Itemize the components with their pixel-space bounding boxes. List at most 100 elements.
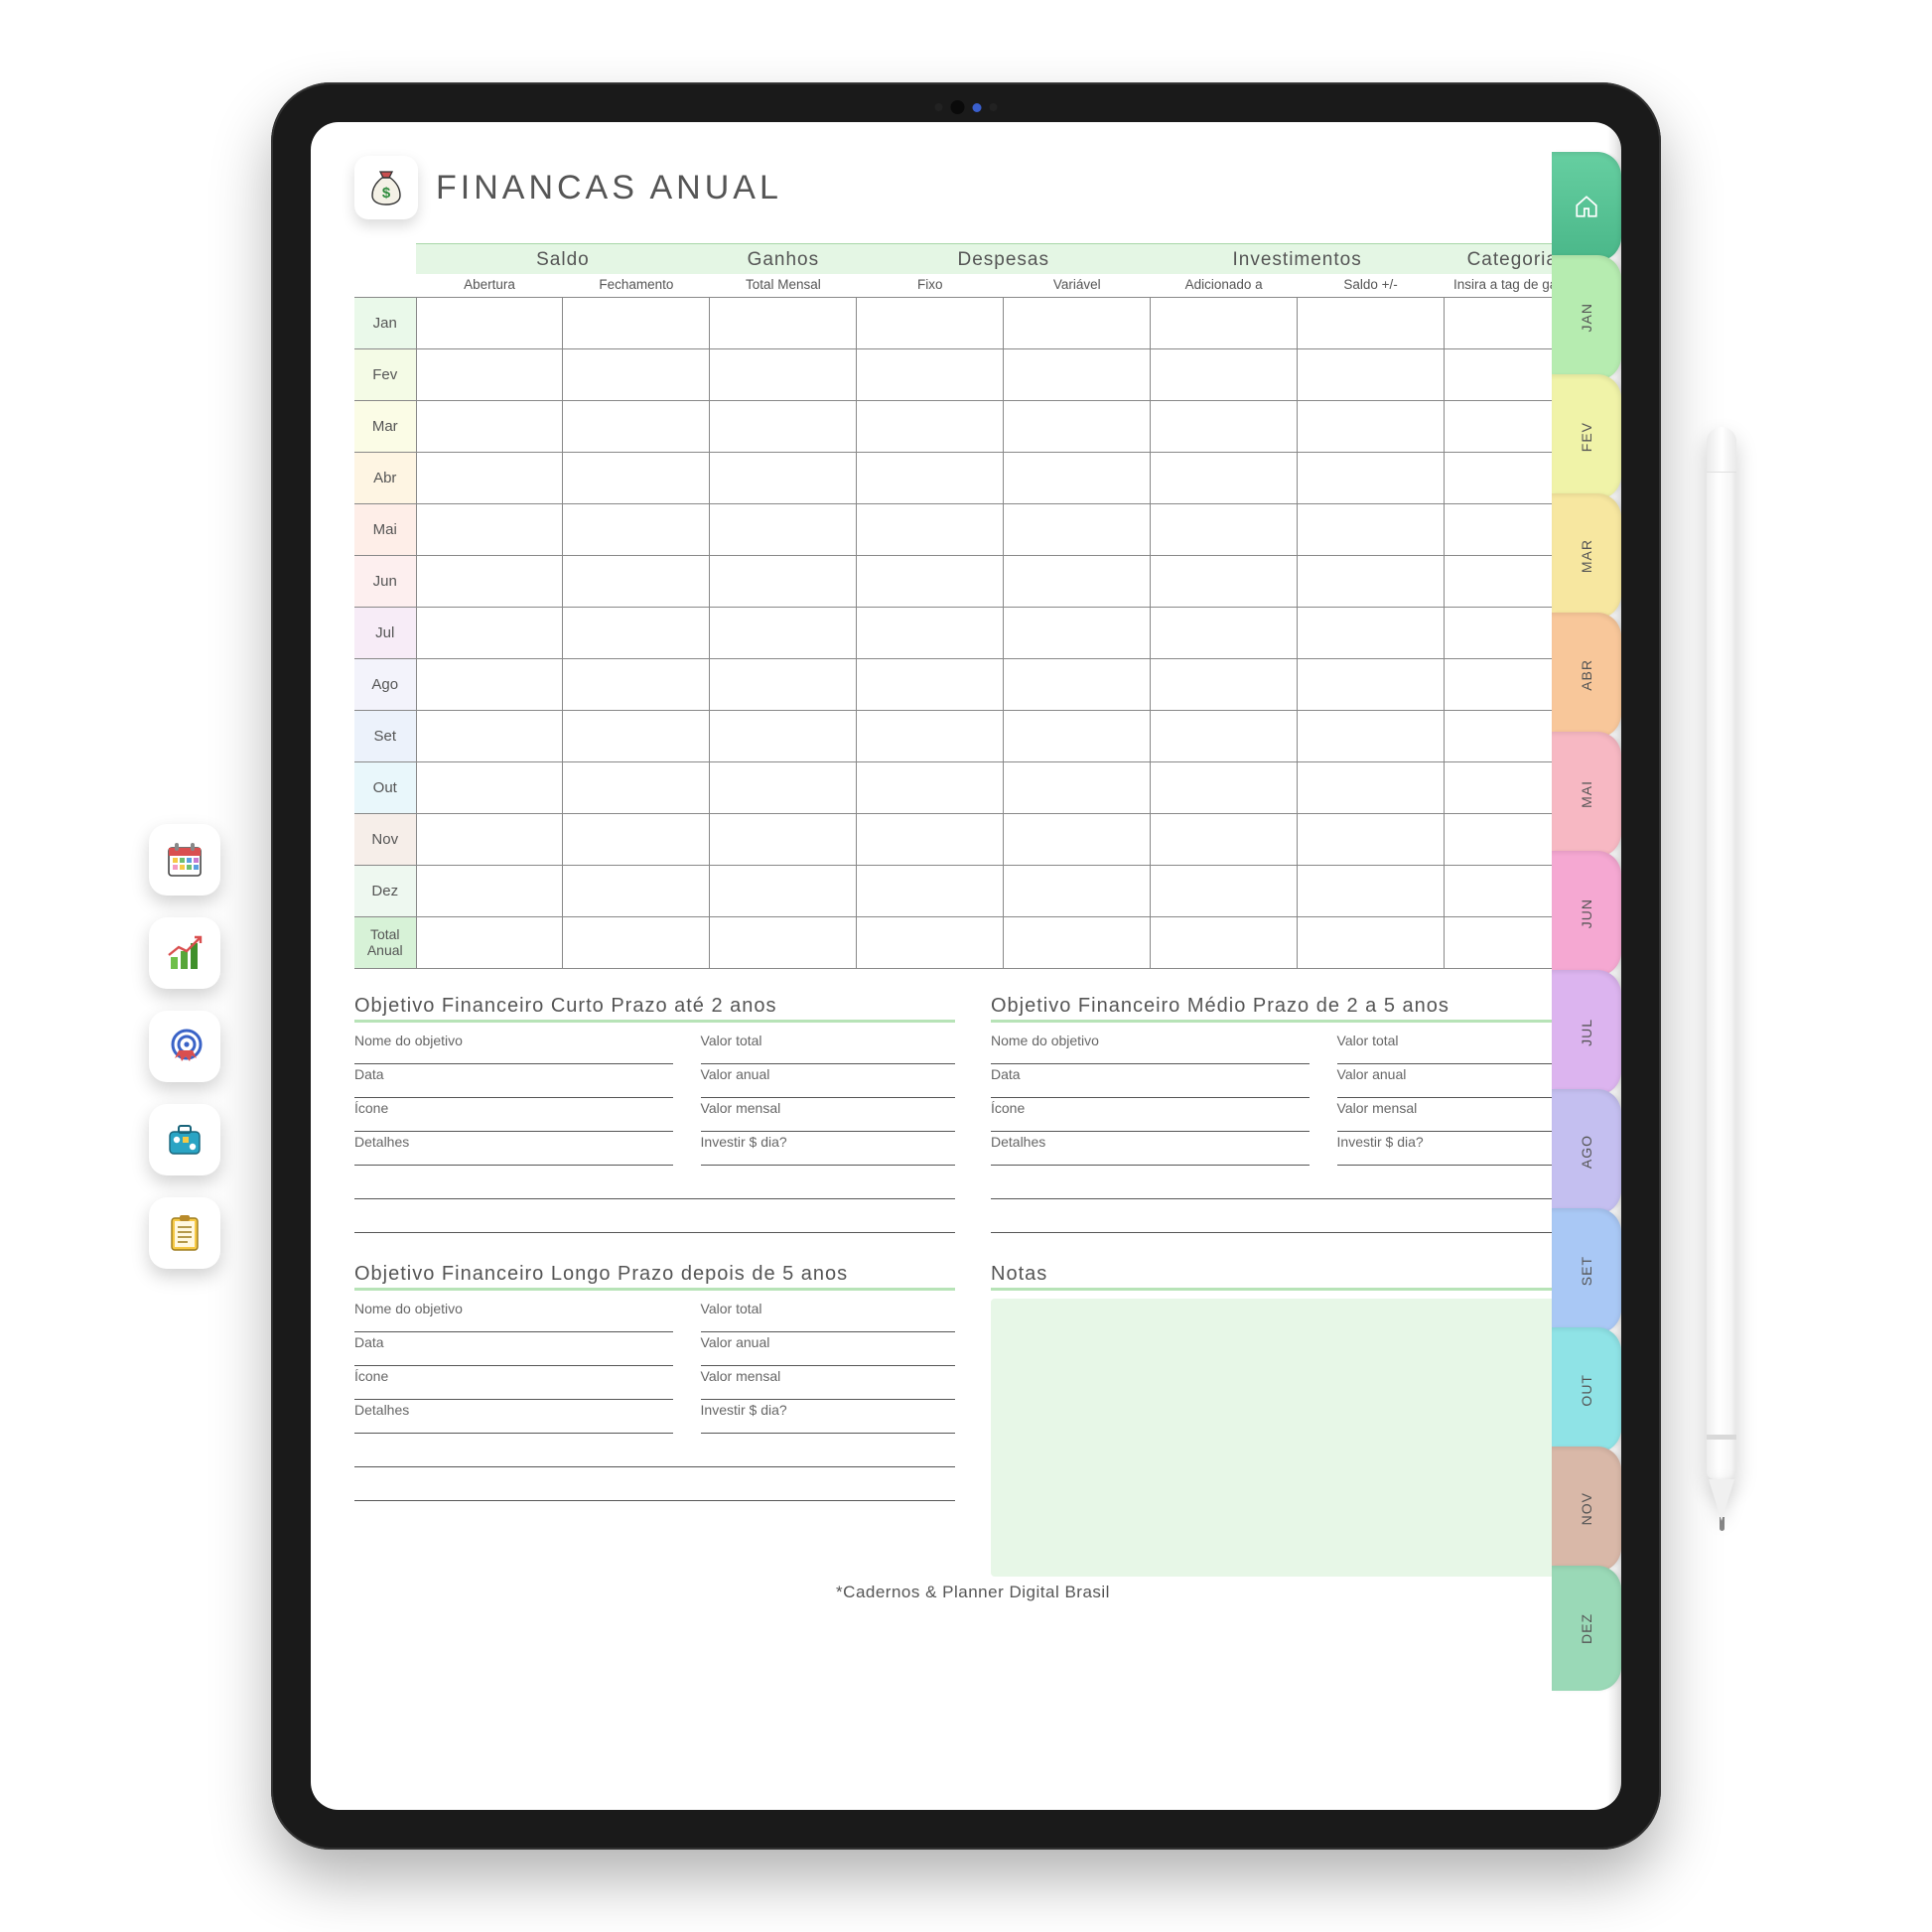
finance-cell[interactable] [857, 866, 1004, 917]
finance-total-cell[interactable] [1004, 917, 1151, 969]
tab-dez[interactable]: DEZ [1552, 1566, 1621, 1691]
finance-cell[interactable] [416, 866, 563, 917]
finance-cell[interactable] [1151, 659, 1298, 711]
finance-cell[interactable] [563, 659, 710, 711]
finance-cell[interactable] [1151, 349, 1298, 401]
goal-field-valor-mensal[interactable]: Valor mensal [701, 1366, 955, 1400]
finance-cell[interactable] [416, 814, 563, 866]
finance-cell[interactable] [1151, 556, 1298, 608]
tab-home[interactable] [1552, 152, 1621, 261]
month-label-mai[interactable]: Mai [354, 504, 416, 556]
finance-total-cell[interactable] [563, 917, 710, 969]
finance-cell[interactable] [1151, 814, 1298, 866]
finance-cell[interactable] [1004, 762, 1151, 814]
finance-cell[interactable] [416, 711, 563, 762]
finance-cell[interactable] [563, 504, 710, 556]
tab-out[interactable]: OUT [1552, 1327, 1621, 1452]
finance-cell[interactable] [1298, 866, 1445, 917]
tab-mar[interactable]: MAR [1552, 493, 1621, 619]
finance-cell[interactable] [1151, 608, 1298, 659]
goal-field-data[interactable]: Data [354, 1332, 673, 1366]
finance-cell[interactable] [1151, 298, 1298, 349]
goal-field-nome[interactable]: Nome do objetivo [991, 1031, 1310, 1064]
finance-cell[interactable] [1151, 762, 1298, 814]
finance-cell[interactable] [1004, 659, 1151, 711]
goal-blank-line[interactable] [354, 1166, 955, 1199]
finance-cell[interactable] [1004, 814, 1151, 866]
finance-cell[interactable] [416, 453, 563, 504]
tab-set[interactable]: SET [1552, 1208, 1621, 1333]
goal-field-valor-total[interactable]: Valor total [701, 1031, 955, 1064]
finance-cell[interactable] [857, 349, 1004, 401]
goal-blank-line[interactable] [991, 1166, 1591, 1199]
tab-jul[interactable]: JUL [1552, 970, 1621, 1095]
finance-cell[interactable] [710, 866, 857, 917]
goal-field-detalhes[interactable]: Detalhes [354, 1132, 673, 1166]
goal-field-investir[interactable]: Investir $ dia? [701, 1132, 955, 1166]
finance-cell[interactable] [1151, 453, 1298, 504]
finance-cell[interactable] [563, 556, 710, 608]
goal-field-nome[interactable]: Nome do objetivo [354, 1031, 673, 1064]
finance-cell[interactable] [563, 866, 710, 917]
finance-total-cell[interactable] [710, 917, 857, 969]
finance-cell[interactable] [710, 504, 857, 556]
finance-cell[interactable] [416, 762, 563, 814]
toolbar-travel-button[interactable] [149, 1104, 220, 1175]
finance-cell[interactable] [563, 453, 710, 504]
finance-cell[interactable] [710, 453, 857, 504]
notes-input-area[interactable] [991, 1299, 1591, 1577]
finance-cell[interactable] [857, 453, 1004, 504]
goal-field-valor-anual[interactable]: Valor anual [701, 1064, 955, 1098]
goal-field-icone[interactable]: Ícone [354, 1098, 673, 1132]
finance-cell[interactable] [1298, 814, 1445, 866]
finance-cell[interactable] [1004, 556, 1151, 608]
goal-blank-line[interactable] [354, 1467, 955, 1501]
goal-field-investir[interactable]: Investir $ dia? [701, 1400, 955, 1434]
finance-cell[interactable] [416, 401, 563, 453]
month-label-mar[interactable]: Mar [354, 401, 416, 453]
goal-field-data[interactable]: Data [354, 1064, 673, 1098]
month-label-dez[interactable]: Dez [354, 866, 416, 917]
tab-jan[interactable]: JAN [1552, 255, 1621, 380]
finance-cell[interactable] [1298, 298, 1445, 349]
finance-cell[interactable] [1004, 453, 1151, 504]
finance-cell[interactable] [857, 298, 1004, 349]
finance-cell[interactable] [1298, 659, 1445, 711]
month-label-jun[interactable]: Jun [354, 556, 416, 608]
finance-cell[interactable] [710, 608, 857, 659]
tab-abr[interactable]: ABR [1552, 613, 1621, 738]
finance-cell[interactable] [1004, 608, 1151, 659]
finance-cell[interactable] [1298, 453, 1445, 504]
finance-cell[interactable] [416, 298, 563, 349]
finance-cell[interactable] [563, 401, 710, 453]
month-label-set[interactable]: Set [354, 711, 416, 762]
finance-cell[interactable] [1004, 401, 1151, 453]
goal-field-data[interactable]: Data [991, 1064, 1310, 1098]
finance-cell[interactable] [1004, 711, 1151, 762]
goal-field-icone[interactable]: Ícone [991, 1098, 1310, 1132]
finance-cell[interactable] [857, 814, 1004, 866]
tab-ago[interactable]: AGO [1552, 1089, 1621, 1214]
finance-cell[interactable] [563, 814, 710, 866]
tab-fev[interactable]: FEV [1552, 374, 1621, 499]
finance-cell[interactable] [416, 556, 563, 608]
finance-cell[interactable] [563, 298, 710, 349]
finance-cell[interactable] [710, 401, 857, 453]
toolbar-growth-button[interactable] [149, 917, 220, 989]
finance-cell[interactable] [710, 556, 857, 608]
finance-cell[interactable] [1004, 349, 1151, 401]
finance-total-cell[interactable] [1298, 917, 1445, 969]
month-label-fev[interactable]: Fev [354, 349, 416, 401]
goal-field-icone[interactable]: Ícone [354, 1366, 673, 1400]
finance-cell[interactable] [1298, 711, 1445, 762]
finance-total-cell[interactable] [1151, 917, 1298, 969]
finance-cell[interactable] [1151, 866, 1298, 917]
finance-cell[interactable] [857, 608, 1004, 659]
finance-cell[interactable] [1151, 401, 1298, 453]
goal-field-valor-mensal[interactable]: Valor mensal [701, 1098, 955, 1132]
goal-blank-line[interactable] [354, 1199, 955, 1233]
finance-cell[interactable] [416, 608, 563, 659]
goal-field-valor-total[interactable]: Valor total [701, 1299, 955, 1332]
toolbar-target-button[interactable] [149, 1011, 220, 1082]
finance-cell[interactable] [1151, 711, 1298, 762]
